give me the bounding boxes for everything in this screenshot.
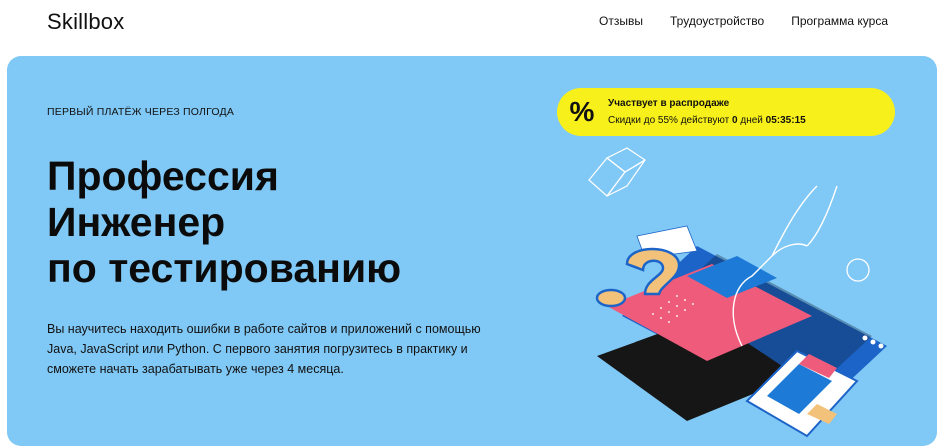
circle-outline-icon (846, 258, 870, 282)
hero-kicker: Первый платёж через полгода (47, 106, 235, 118)
nav-link-employment[interactable]: Трудоустройство (670, 14, 764, 28)
nav-link-reviews[interactable]: Отзывы (599, 14, 643, 28)
hero-title-line-2: Инженер (47, 199, 226, 245)
main-nav: Отзывы Трудоустройство Программа курса (599, 14, 888, 28)
sale-discount-text: Скидки до 55% действуют (608, 115, 730, 126)
percent-icon: % (569, 96, 595, 127)
sale-timer: 05:35:15 (765, 115, 806, 126)
hero-banner: Первый платёж через полгода Профессия Ин… (7, 56, 937, 446)
sale-badge[interactable]: % Участвует в распродаже Скидки до 55% д… (557, 88, 895, 136)
top-bar: Skillbox Отзывы Трудоустройство Программ… (0, 0, 950, 52)
testing-illustration (588, 147, 887, 438)
hero-description: Вы научитесь находить ошибки в работе са… (47, 322, 481, 376)
sale-days-count: 0 (732, 115, 738, 126)
cube-outline-icon (588, 147, 647, 197)
sale-days-label: дней (740, 115, 763, 126)
hero-title-line-1: Профессия (47, 153, 279, 199)
sale-countdown: Скидки до 55% действуют 0 дней 05:35:15 (608, 115, 806, 126)
logo[interactable]: Skillbox (47, 9, 124, 35)
nav-link-program[interactable]: Программа курса (791, 14, 888, 28)
hero-title-line-3: по тестированию (47, 245, 402, 291)
hero-title: Профессия Инженер по тестированию (47, 153, 401, 291)
sale-title: Участвует в распродаже (608, 98, 730, 109)
